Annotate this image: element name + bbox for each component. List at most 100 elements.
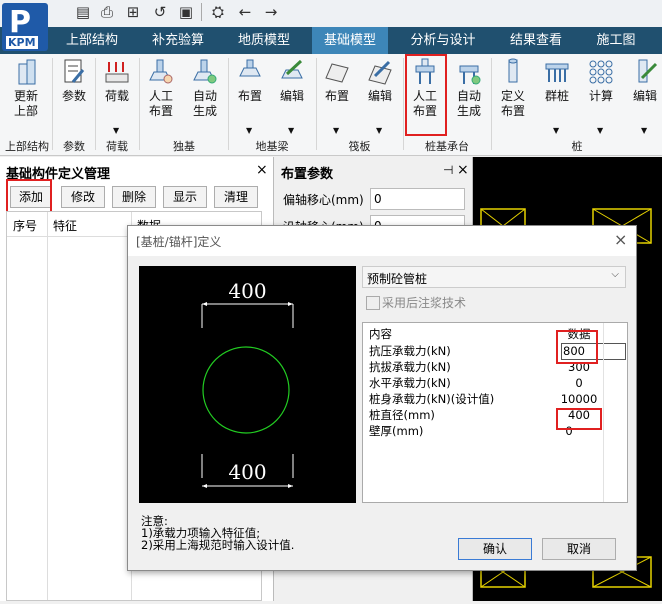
close-icon[interactable]: × <box>457 162 469 178</box>
footing-auto-icon <box>192 58 218 86</box>
isolated-footing-manual-button[interactable]: 人工 布置 <box>142 58 180 119</box>
tab-upper-structure[interactable]: 上部结构 <box>56 27 128 54</box>
pile-define-place-button[interactable]: 定义 布置 <box>494 58 532 119</box>
tab-geology-model[interactable]: 地质模型 <box>226 27 302 54</box>
separator <box>52 58 53 150</box>
label: 编辑 <box>367 89 392 103</box>
offset-perpendicular-input[interactable]: 0 <box>370 188 465 210</box>
separator <box>316 58 317 150</box>
label: 计算 <box>588 89 613 103</box>
group-label: 独基 <box>173 140 195 153</box>
label: 自动 <box>192 89 217 103</box>
property-key: 抗压承载力(kN) <box>369 344 451 358</box>
top-dimension: 400 <box>228 279 267 303</box>
dropdown-arrow-icon[interactable]: ▼ <box>376 126 382 135</box>
header-key: 内容 <box>369 327 392 341</box>
tab-supplementary-check[interactable]: 补充验算 <box>140 27 216 54</box>
close-icon[interactable]: × <box>614 230 627 249</box>
group-label: 荷载 <box>106 140 128 153</box>
parameters-button[interactable]: 参数 <box>56 58 92 104</box>
cancel-button[interactable]: 取消 <box>542 538 616 560</box>
tab-drawings[interactable]: 施工图 <box>584 27 648 54</box>
group-label: 桩基承台 <box>425 140 469 153</box>
delete-button[interactable]: 删除 <box>112 186 156 208</box>
tab-analysis-design[interactable]: 分析与设计 <box>398 27 488 54</box>
foundation-beam-edit-button[interactable]: 编辑 <box>274 58 310 104</box>
pile-type-select[interactable]: 预制砼管桩 ⌵ <box>362 266 626 288</box>
dropdown-arrow-icon[interactable]: ▼ <box>597 126 603 135</box>
highlight-compressive-capacity <box>556 330 598 364</box>
title-bar: ▤ ⎙ ⊞ ↺ ▣ ⛭ ← → <box>0 0 662 27</box>
label: 定义 <box>500 89 525 103</box>
label: 编辑 <box>632 89 657 103</box>
dropdown-arrow-icon[interactable]: ▼ <box>641 126 647 135</box>
save-icon[interactable]: ▤ <box>74 3 92 21</box>
label: 上部 <box>13 104 38 118</box>
crane-icon[interactable]: ⛭ <box>209 3 227 21</box>
isolated-footing-auto-button[interactable]: 自动 生成 <box>186 58 224 119</box>
panel-title: 布置参数 <box>281 167 334 182</box>
print-preview-icon[interactable]: ⊞ <box>124 3 142 21</box>
back-icon[interactable]: ← <box>236 3 254 21</box>
dropdown-arrow-icon[interactable]: ▼ <box>333 126 339 135</box>
dialog-titlebar: [基桩/锚杆]定义 × <box>128 226 636 256</box>
property-key: 抗拔承载力(kN) <box>369 360 451 374</box>
document-edit-icon <box>61 58 87 86</box>
property-key: 桩身承载力(kN)(设计值) <box>369 392 495 406</box>
modify-button[interactable]: 修改 <box>61 186 105 208</box>
dialog-title: [基桩/锚杆]定义 <box>136 235 222 249</box>
property-row[interactable]: 水平承载力(kN) 0 <box>363 375 627 391</box>
grid-divider <box>603 323 604 502</box>
pile-group-icon <box>544 58 570 86</box>
property-row[interactable]: 桩身承载力(kN)(设计值) 10000 <box>363 391 627 407</box>
ribbon: 更新 上部 参数 荷载 ▼ 人工 布置 自动 生成 布置 ▼ 编辑 ▼ 布置 ▼… <box>0 54 662 156</box>
separator <box>95 58 96 150</box>
raft-place-button[interactable]: 布置 <box>319 58 355 104</box>
tab-foundation-model[interactable]: 基础模型 <box>312 27 388 54</box>
group-label: 参数 <box>63 140 85 153</box>
separator <box>491 58 492 150</box>
building-icon <box>13 58 39 86</box>
dropdown-arrow-icon[interactable]: ▼ <box>113 126 119 135</box>
pile-cap-auto-button[interactable]: 自动 生成 <box>450 58 488 119</box>
dropdown-arrow-icon[interactable]: ▼ <box>553 126 559 135</box>
pile-icon <box>500 58 526 86</box>
foundation-beam-place-button[interactable]: 布置 <box>232 58 268 104</box>
label: 荷载 <box>104 89 129 103</box>
column-header: 序号 <box>13 219 38 233</box>
pile-group-button[interactable]: 群桩 <box>538 58 576 104</box>
pile-preview: 400 400 <box>139 266 356 503</box>
ribbon-tab-bar: 上部结构 补充验算 地质模型 基础模型 分析与设计 结果查看 施工图 <box>0 27 662 54</box>
highlight-add-button <box>6 179 52 213</box>
label: 人工 <box>148 89 173 103</box>
pile-edit-button[interactable]: 编辑 <box>626 58 662 104</box>
load-button[interactable]: 荷载 <box>98 58 136 104</box>
post-grouting-checkbox[interactable] <box>366 296 380 310</box>
label: 布置 <box>237 89 262 103</box>
export-icon[interactable]: ▣ <box>177 3 195 21</box>
group-label: 地基梁 <box>255 140 289 153</box>
ok-button[interactable]: 确认 <box>458 538 532 560</box>
separator <box>403 58 404 150</box>
group-label: 筏板 <box>348 140 371 153</box>
history-icon[interactable]: ↺ <box>151 3 169 21</box>
dropdown-arrow-icon[interactable]: ▼ <box>246 126 252 135</box>
pin-icon[interactable]: ⊣ <box>443 163 453 177</box>
forward-icon[interactable]: → <box>262 3 280 21</box>
notes: 注意: 1)承载力项输入特征值; 2)采用上海规范时输入设计值. <box>141 515 294 551</box>
property-key: 壁厚(mm) <box>369 424 424 438</box>
update-upper-button[interactable]: 更新 上部 <box>4 58 48 119</box>
tab-results[interactable]: 结果查看 <box>498 27 574 54</box>
clean-button[interactable]: 清理 <box>214 186 258 208</box>
property-key: 水平承载力(kN) <box>369 376 451 390</box>
label: 更新 <box>13 89 38 103</box>
show-button[interactable]: 显示 <box>163 186 207 208</box>
dropdown-arrow-icon[interactable]: ▼ <box>288 126 294 135</box>
separator <box>201 3 202 21</box>
raft-edit-button[interactable]: 编辑 <box>362 58 398 104</box>
pile-calc-button[interactable]: 计算 <box>582 58 620 104</box>
note-line: 2)采用上海规范时输入设计值. <box>141 538 295 552</box>
print-icon[interactable]: ⎙ <box>98 3 116 21</box>
close-icon[interactable]: × <box>256 162 268 178</box>
chevron-down-icon: ⌵ <box>611 269 619 280</box>
